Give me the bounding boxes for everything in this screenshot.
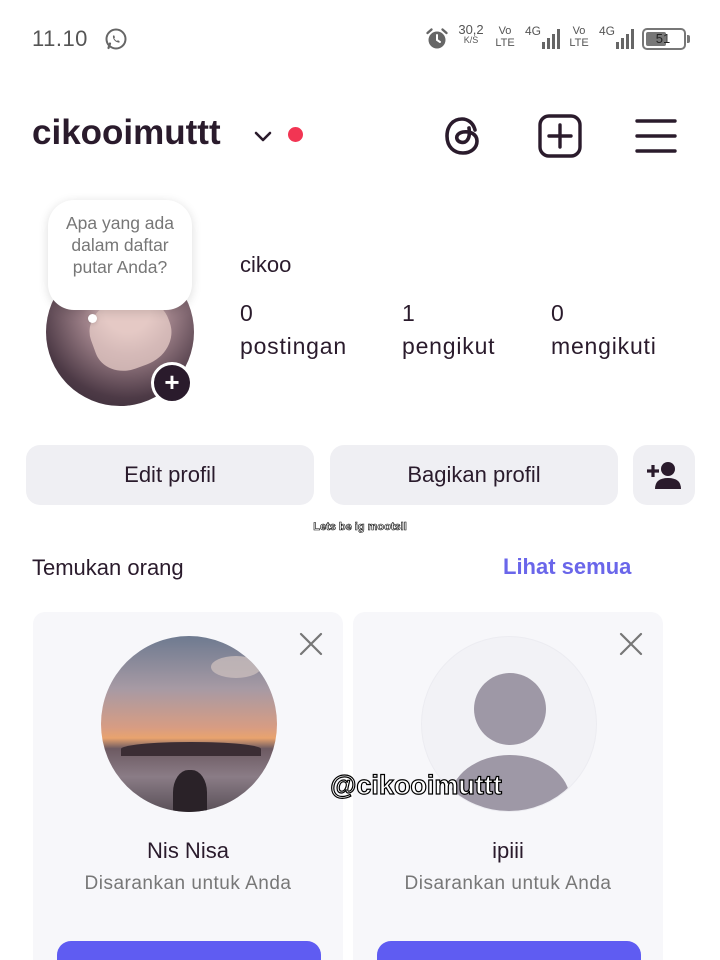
follow-button[interactable] — [377, 941, 641, 960]
suggestion-name[interactable]: Nis Nisa — [33, 838, 343, 864]
profile-note-text: Apa yang ada dalam daftar putar Anda? — [65, 213, 174, 277]
battery-icon: 51 — [642, 28, 690, 50]
suggestion-subtitle: Disarankan untuk Anda — [84, 873, 292, 894]
suggestion-name[interactable]: ipiii — [353, 838, 663, 864]
close-icon[interactable] — [299, 632, 323, 656]
status-time: 11.10 — [32, 26, 88, 51]
sim1-volte-top: Vo — [498, 25, 512, 37]
add-person-icon — [647, 462, 681, 489]
video-overlay-caption: Lets be ig mootsll — [313, 521, 407, 534]
threads-icon[interactable] — [440, 113, 486, 159]
add-story-button[interactable]: + — [151, 362, 193, 404]
share-profile-button[interactable]: Bagikan profil — [330, 445, 618, 505]
suggestion-card[interactable]: Nis Nisa Disarankan untuk Anda — [33, 612, 343, 960]
profile-display-name: cikoo — [240, 252, 292, 277]
see-all-link[interactable]: Lihat semua — [503, 554, 631, 580]
follow-button[interactable] — [57, 941, 321, 960]
stat-posts-count[interactable]: 0 — [240, 300, 253, 327]
network-speed: 30,2 K/S — [454, 22, 488, 46]
suggestion-subtitle: Disarankan untuk Anda — [404, 873, 612, 894]
close-icon[interactable] — [619, 632, 643, 656]
stat-following-count[interactable]: 0 — [551, 300, 564, 327]
network-speed-value: 30,2 — [458, 22, 484, 37]
note-bubble-tail — [88, 314, 97, 323]
profile-note-bubble[interactable]: Apa yang ada dalam daftar putar Anda? — [48, 200, 192, 310]
stat-followers-count[interactable]: 1 — [402, 300, 415, 327]
edit-profile-button[interactable]: Edit profil — [26, 445, 314, 505]
alarm-icon — [426, 28, 448, 49]
whatsapp-icon — [105, 28, 127, 50]
notification-dot — [288, 127, 303, 142]
sim1-volte: Vo LTE — [494, 25, 516, 49]
sim2-volte-top: Vo — [572, 25, 586, 37]
stat-followers-label[interactable]: pengikut — [402, 333, 495, 360]
status-bar: 11.10 30,2 K/S Vo LTE 4G Vo LTE 4G 51 — [0, 0, 720, 80]
discover-people-button[interactable] — [633, 445, 695, 505]
battery-level: 51 — [655, 31, 671, 46]
sim2-volte: Vo LTE — [568, 25, 590, 49]
add-post-icon[interactable] — [537, 113, 583, 159]
stat-following-label[interactable]: mengikuti — [551, 333, 657, 360]
signal-icon — [616, 29, 634, 49]
chevron-down-icon[interactable] — [252, 125, 274, 147]
signal-icon — [542, 29, 560, 49]
menu-icon[interactable] — [633, 113, 679, 159]
suggestion-avatar[interactable] — [101, 636, 277, 812]
sim2-volte-bottom: LTE — [569, 37, 589, 49]
sim1-volte-bottom: LTE — [495, 37, 515, 49]
suggestions-title: Temukan orang — [32, 555, 184, 580]
profile-username[interactable]: cikooimuttt — [32, 113, 221, 153]
video-overlay-handle: @cikooimuttt — [329, 769, 502, 800]
stat-posts-label[interactable]: postingan — [240, 333, 347, 360]
